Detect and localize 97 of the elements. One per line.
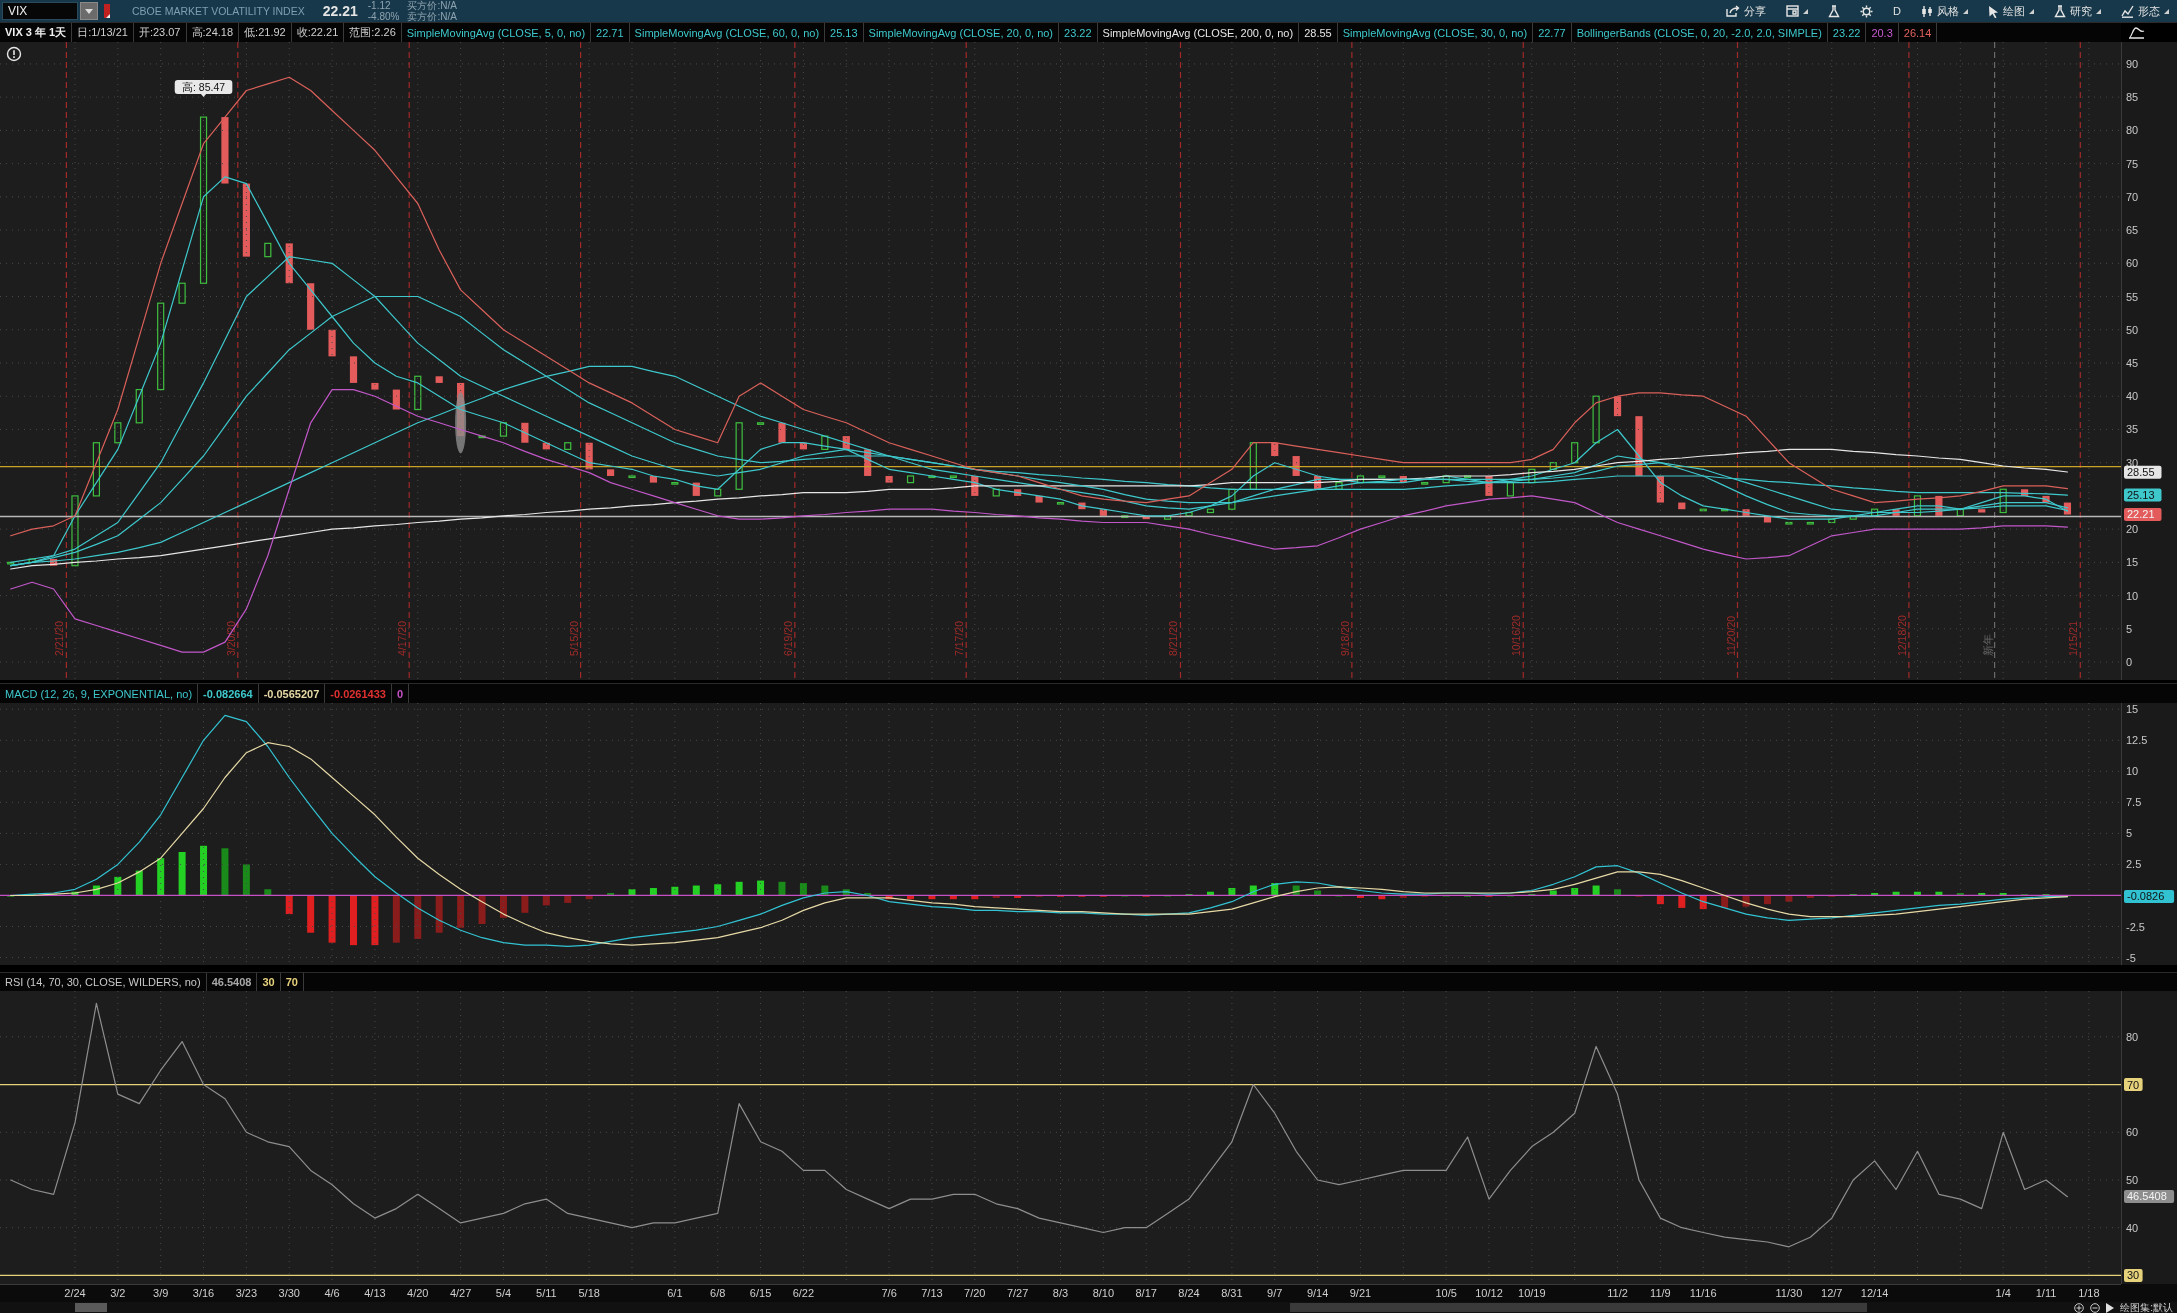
expiration-label: 9/18/20 (1338, 620, 1351, 656)
axis-label: 65 (2126, 224, 2139, 237)
date-label: 8/3 (1052, 1287, 1069, 1299)
date-label: 11/2 (1607, 1287, 1628, 1299)
date-label: 5/4 (495, 1287, 512, 1299)
date-label: 8/24 (1178, 1287, 1200, 1299)
axis-label: 5 (2126, 827, 2133, 840)
axis-label: 60 (2126, 1126, 2139, 1139)
axis-label: 50 (2126, 1173, 2139, 1186)
expiration-label: 1/15/21 (2067, 620, 2080, 656)
percent-change: -4.80% (367, 11, 400, 22)
axis-label: 35 (2126, 423, 2139, 436)
date-label: 10/12 (1475, 1287, 1503, 1299)
high-price-callout: 高: 85.47 (174, 80, 233, 98)
date-label: 7/27 (1006, 1287, 1029, 1299)
expiration-label: 7/17/20 (953, 620, 966, 656)
date-label: 4/20 (407, 1287, 429, 1299)
expiration-label: 10/16/20 (1510, 615, 1523, 656)
date-label: 3/16 (192, 1287, 215, 1299)
date-label: 9/14 (1306, 1287, 1329, 1299)
date-label: 6/1 (667, 1287, 683, 1299)
date-label: 10/5 (1435, 1287, 1457, 1299)
axis-label: 10 (2126, 589, 2139, 602)
date-label: 3/2 (110, 1287, 126, 1299)
expiration-label: 3/20/20 (224, 620, 237, 656)
annotation: 高: 85.47 (181, 80, 226, 93)
ask-price: 卖方价:N/A (407, 11, 457, 22)
date-label: 8/31 (1221, 1287, 1243, 1299)
date-label: 9/7 (1267, 1287, 1283, 1299)
date-label: 5/11 (536, 1287, 557, 1299)
axis-label: -5 (2126, 951, 2136, 964)
value-badge: 70 (2124, 1078, 2143, 1092)
date-label: 9/21 (1349, 1287, 1372, 1299)
holiday-label: 新年 (1981, 634, 1994, 656)
date-label: 11/9 (1650, 1287, 1671, 1299)
axis-label: 50 (2126, 323, 2139, 336)
axis-label: 60 (2126, 257, 2139, 270)
date-label: 1/4 (1995, 1287, 2011, 1299)
date-label: 4/27 (449, 1287, 472, 1299)
date-label: 3/30 (278, 1287, 300, 1299)
date-label: 6/8 (710, 1287, 726, 1299)
expiration-label: 8/21/20 (1167, 620, 1180, 656)
date-label: 12/14 (1860, 1287, 1889, 1299)
axis-label: 5 (2126, 622, 2133, 635)
axis-label: 80 (2126, 1030, 2139, 1043)
axis-label: 0 (2126, 656, 2133, 669)
date-label: 1/18 (2078, 1287, 2100, 1299)
axis-label: 40 (2126, 1221, 2139, 1234)
instrument-name: CBOE MARKET VOLATILITY INDEX (132, 5, 305, 17)
date-label: 11/30 (1775, 1287, 1803, 1299)
expiration-label: 2/21/20 (53, 620, 66, 656)
date-label: 7/20 (964, 1287, 986, 1299)
expiration-label: 4/17/20 (396, 620, 409, 656)
last-price: 22.21 (322, 3, 358, 19)
date-label: 8/17 (1135, 1287, 1157, 1299)
y-tick-label: 22.21 (2127, 508, 2155, 521)
date-label: 4/6 (324, 1287, 340, 1299)
y-tick-label: 28.55 (2127, 466, 2155, 479)
axis-label: 12.5 (2126, 734, 2148, 747)
date-label: 6/22 (792, 1287, 815, 1299)
date-label: 12/7 (1821, 1287, 1843, 1299)
price-change: -1.12 (367, 0, 392, 11)
date-label: 8/10 (1092, 1287, 1115, 1299)
y-tick-label: -0.0826 (2127, 890, 2165, 903)
axis-label: 15 (2126, 556, 2139, 569)
date-label: 1/11 (2035, 1287, 2057, 1299)
axis-label: 75 (2126, 157, 2139, 170)
date-label: 7/6 (881, 1287, 897, 1299)
expiration-label: 11/20/20 (1724, 615, 1737, 656)
expiration-label: 5/15/20 (567, 620, 580, 656)
axis-label: 20 (2126, 523, 2139, 536)
date-label: 3/23 (235, 1287, 258, 1299)
axis-label: 40 (2126, 390, 2139, 403)
axis-label: -2.5 (2126, 920, 2145, 933)
axis-label: 70 (2126, 190, 2139, 203)
y-tick-label: 25.13 (2127, 489, 2155, 502)
axis-label: 80 (2126, 124, 2139, 137)
date-label: 10/19 (1518, 1287, 1546, 1299)
axis-label: 7.5 (2126, 796, 2142, 809)
date-label: 5/18 (578, 1287, 600, 1299)
bid-price: 买方价:N/A (407, 0, 457, 11)
axis-label: 15 (2126, 703, 2139, 716)
axis-label: 85 (2126, 91, 2139, 104)
date-label: 6/15 (749, 1287, 772, 1299)
date-label: 2/24 (64, 1287, 86, 1299)
axis-label: 45 (2126, 357, 2139, 369)
expiration-label: 12/18/20 (1895, 615, 1908, 656)
date-label: 11/16 (1689, 1287, 1717, 1299)
axis-label: 55 (2126, 290, 2139, 303)
axis-label: 90 (2126, 57, 2139, 70)
axis-label: 2.5 (2126, 858, 2142, 871)
date-label: 4/13 (364, 1287, 386, 1299)
date-label: 3/9 (153, 1287, 169, 1299)
axis-label: 10 (2126, 765, 2139, 778)
date-label: 7/13 (921, 1287, 943, 1299)
y-tick-label: 46.5408 (2127, 1190, 2167, 1203)
expiration-label: 6/19/20 (781, 620, 794, 656)
